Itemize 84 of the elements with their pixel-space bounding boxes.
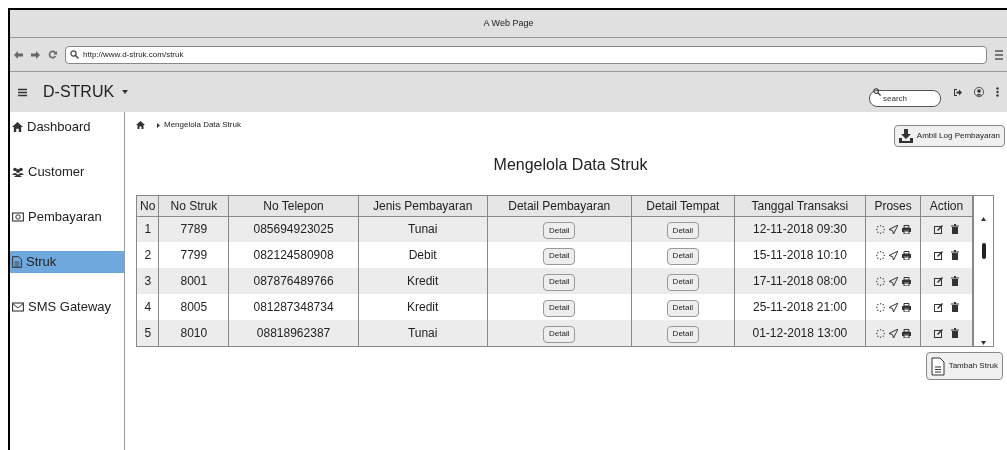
reload-icon[interactable] bbox=[48, 50, 57, 59]
spinner-icon[interactable] bbox=[875, 276, 885, 286]
column-header: Jenis Pembayaran bbox=[358, 196, 487, 216]
column-header: Detail Pembayaran bbox=[487, 196, 632, 216]
spinner-icon[interactable] bbox=[875, 328, 885, 338]
column-header: Detail Tempat bbox=[631, 196, 735, 216]
download-log-button[interactable]: Ambil Log Pembayaran bbox=[893, 125, 1005, 147]
add-receipt-button[interactable]: Tambah Struk bbox=[925, 352, 1003, 380]
search-icon bbox=[70, 50, 79, 59]
column-header: Action bbox=[920, 196, 973, 216]
user-icon[interactable] bbox=[974, 87, 984, 97]
detail-button[interactable]: Detail bbox=[666, 273, 700, 291]
trash-icon[interactable] bbox=[951, 302, 959, 312]
page-title: Mengelola Data Struk bbox=[492, 155, 649, 175]
edit-icon[interactable] bbox=[934, 302, 943, 312]
breadcrumb-link[interactable]: Mengelola Data Struk bbox=[164, 119, 241, 131]
detail-button[interactable]: Detail bbox=[666, 299, 700, 317]
download-icon bbox=[898, 129, 913, 143]
sidebar-item[interactable]: SMS Gateway bbox=[10, 296, 124, 318]
trash-icon[interactable] bbox=[951, 328, 959, 338]
trash-icon[interactable] bbox=[951, 276, 959, 286]
table-cell: 8010 bbox=[158, 320, 229, 346]
edit-icon[interactable] bbox=[934, 328, 943, 338]
column-header: No Struk bbox=[158, 196, 229, 216]
send-icon[interactable] bbox=[888, 224, 898, 234]
printer-icon[interactable] bbox=[901, 250, 911, 260]
back-icon[interactable] bbox=[14, 50, 23, 59]
forward-icon[interactable] bbox=[31, 50, 40, 59]
scroll-down-icon[interactable] bbox=[981, 341, 986, 345]
money-icon bbox=[12, 212, 24, 222]
menu-icon[interactable] bbox=[18, 87, 27, 97]
send-icon[interactable] bbox=[888, 250, 898, 260]
search-field[interactable]: search bbox=[869, 89, 941, 107]
spinner-icon[interactable] bbox=[875, 302, 885, 312]
document-icon bbox=[930, 356, 945, 376]
detail-button[interactable]: Detail bbox=[543, 325, 576, 343]
printer-icon[interactable] bbox=[901, 328, 911, 338]
send-icon[interactable] bbox=[888, 328, 898, 338]
trash-icon[interactable] bbox=[951, 224, 959, 235]
edit-icon[interactable] bbox=[934, 250, 943, 260]
column-header: No bbox=[137, 196, 159, 216]
detail-button[interactable]: Detail bbox=[543, 222, 576, 239]
column-header: No Telepon bbox=[228, 196, 359, 216]
home-icon[interactable] bbox=[136, 121, 145, 129]
sidebar-item[interactable]: Struk bbox=[10, 251, 124, 273]
document-icon bbox=[12, 256, 22, 268]
printer-icon[interactable] bbox=[901, 276, 911, 286]
home-icon bbox=[12, 122, 23, 132]
search-icon bbox=[873, 88, 881, 96]
detail-button[interactable]: Detail bbox=[666, 222, 700, 239]
caret-icon bbox=[157, 122, 160, 128]
url-text: http://www.d-struk.com/struk bbox=[83, 48, 184, 61]
table-cell: 01-12-2018 13:00 bbox=[734, 320, 866, 346]
sidebar-item[interactable]: Dashboard bbox=[10, 116, 124, 138]
send-icon[interactable] bbox=[888, 302, 898, 312]
mail-icon bbox=[12, 302, 24, 312]
edit-icon[interactable] bbox=[934, 276, 943, 286]
detail-button[interactable]: Detail bbox=[543, 247, 576, 265]
sidebar-item[interactable]: Pembayaran bbox=[10, 206, 124, 228]
users-icon bbox=[12, 167, 24, 177]
detail-button[interactable]: Detail bbox=[543, 273, 576, 291]
window-title: A Web Page bbox=[483, 16, 534, 30]
printer-icon[interactable] bbox=[901, 302, 911, 312]
table-cell: 5 bbox=[137, 320, 159, 346]
table-cell: Tunai bbox=[358, 320, 487, 346]
scroll-up-icon[interactable] bbox=[981, 217, 986, 221]
column-header: Tanggal Transaksi bbox=[734, 196, 866, 216]
detail-button[interactable]: Detail bbox=[666, 247, 700, 265]
send-icon[interactable] bbox=[888, 276, 898, 286]
trash-icon[interactable] bbox=[951, 250, 959, 260]
printer-icon[interactable] bbox=[901, 224, 911, 234]
detail-button[interactable]: Detail bbox=[543, 299, 576, 317]
more-icon[interactable] bbox=[996, 87, 999, 97]
edit-icon[interactable] bbox=[934, 224, 943, 234]
sidebar-item[interactable]: Customer bbox=[10, 161, 124, 183]
caret-icon bbox=[122, 90, 129, 94]
spinner-icon[interactable] bbox=[875, 250, 885, 260]
spinner-icon[interactable] bbox=[875, 224, 885, 234]
column-header: Proses bbox=[865, 196, 921, 216]
detail-button[interactable]: Detail bbox=[666, 325, 700, 343]
brand-dropdown[interactable]: D-STRUK bbox=[43, 80, 129, 104]
address-field[interactable]: http://www.d-struk.com/struk bbox=[65, 45, 987, 64]
table-cell: 08818962387 bbox=[228, 320, 359, 346]
logout-icon[interactable] bbox=[953, 87, 962, 97]
